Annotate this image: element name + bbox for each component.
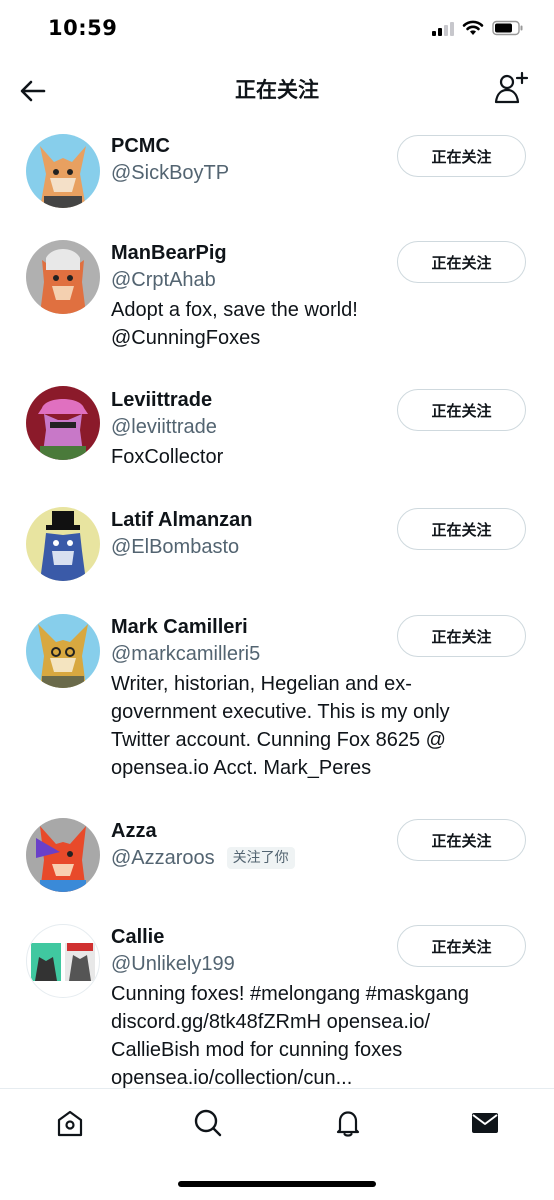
add-user-icon bbox=[494, 71, 529, 104]
user-name: PCMC bbox=[111, 135, 170, 157]
page-title: 正在关注 bbox=[235, 78, 319, 102]
messages-icon bbox=[472, 1113, 498, 1133]
following-button[interactable]: 正在关注 bbox=[397, 615, 526, 657]
following-button[interactable]: 正在关注 bbox=[397, 925, 526, 967]
cellular-signal-icon bbox=[432, 20, 454, 36]
home-indicator bbox=[178, 1181, 376, 1187]
user-row[interactable]: PCMC @SickBoyTP 正在关注 bbox=[0, 120, 554, 218]
avatar[interactable] bbox=[26, 818, 100, 892]
user-name: Latif Almanzan bbox=[111, 509, 253, 531]
user-row[interactable]: ManBearPig @CrptAhab Adopt a fox, save t… bbox=[0, 218, 554, 368]
user-row[interactable]: Latif Almanzan @ElBombasto 正在关注 bbox=[0, 486, 554, 594]
user-name: ManBearPig bbox=[111, 242, 227, 264]
notifications-icon bbox=[336, 1111, 360, 1137]
user-name: Mark Camilleri bbox=[111, 616, 248, 638]
avatar[interactable] bbox=[26, 507, 100, 581]
user-bio: Adopt a fox, save the world! @CunningFox… bbox=[111, 299, 358, 349]
user-handle: @leviittrade bbox=[111, 416, 217, 438]
wifi-icon bbox=[462, 20, 484, 35]
follows-you-badge: 关注了你 bbox=[226, 847, 295, 869]
user-row[interactable]: Mark Camilleri @markcamilleri5 Writer, h… bbox=[0, 594, 554, 798]
search-icon bbox=[194, 1109, 222, 1137]
user-bio: Cunning foxes! #melongang #maskgang disc… bbox=[111, 983, 470, 1088]
user-handle: @Azzaroos bbox=[111, 847, 215, 869]
following-list: PCMC @SickBoyTP 正在关注 ManBearPig @CrptAha… bbox=[0, 120, 554, 1088]
user-handle: @Unlikely199 bbox=[111, 953, 235, 975]
home-icon bbox=[57, 1110, 83, 1137]
tab-home[interactable] bbox=[50, 1103, 90, 1143]
user-name: Azza bbox=[111, 820, 157, 842]
user-row[interactable]: Leviittrade @leviittrade FoxCollector 正在… bbox=[0, 368, 554, 486]
following-button[interactable]: 正在关注 bbox=[397, 389, 526, 431]
user-row[interactable]: Callie @Unlikely199 Cunning foxes! #melo… bbox=[0, 906, 554, 1088]
status-time: 10:59 bbox=[48, 16, 118, 40]
tab-search[interactable] bbox=[188, 1103, 228, 1143]
following-button[interactable]: 正在关注 bbox=[397, 819, 526, 861]
following-button[interactable]: 正在关注 bbox=[397, 508, 526, 550]
user-handle: @SickBoyTP bbox=[111, 162, 230, 184]
following-button[interactable]: 正在关注 bbox=[397, 135, 526, 177]
avatar[interactable] bbox=[26, 134, 100, 208]
user-name: Leviittrade bbox=[111, 389, 213, 411]
user-bio: Writer, historian, Hegelian and ex-gover… bbox=[111, 673, 450, 779]
avatar[interactable] bbox=[26, 924, 100, 998]
avatar[interactable] bbox=[26, 386, 100, 460]
status-bar: 10:59 bbox=[0, 0, 554, 62]
user-row[interactable]: Azza @Azzaroos 关注了你 正在关注 bbox=[0, 798, 554, 906]
user-bio: FoxCollector bbox=[111, 446, 224, 468]
user-name: Callie bbox=[111, 926, 165, 948]
avatar[interactable] bbox=[26, 240, 100, 314]
tab-messages[interactable] bbox=[465, 1103, 505, 1143]
user-handle: @ElBombasto bbox=[111, 536, 240, 558]
status-icons bbox=[432, 20, 524, 36]
user-handle: @CrptAhab bbox=[111, 269, 216, 291]
add-user-button[interactable] bbox=[492, 68, 532, 108]
avatar[interactable] bbox=[26, 614, 100, 688]
following-button[interactable]: 正在关注 bbox=[397, 241, 526, 283]
user-handle: @markcamilleri5 bbox=[111, 643, 261, 665]
battery-icon bbox=[492, 20, 523, 36]
tab-notifications[interactable] bbox=[328, 1103, 368, 1143]
header: 正在关注 bbox=[0, 62, 554, 120]
